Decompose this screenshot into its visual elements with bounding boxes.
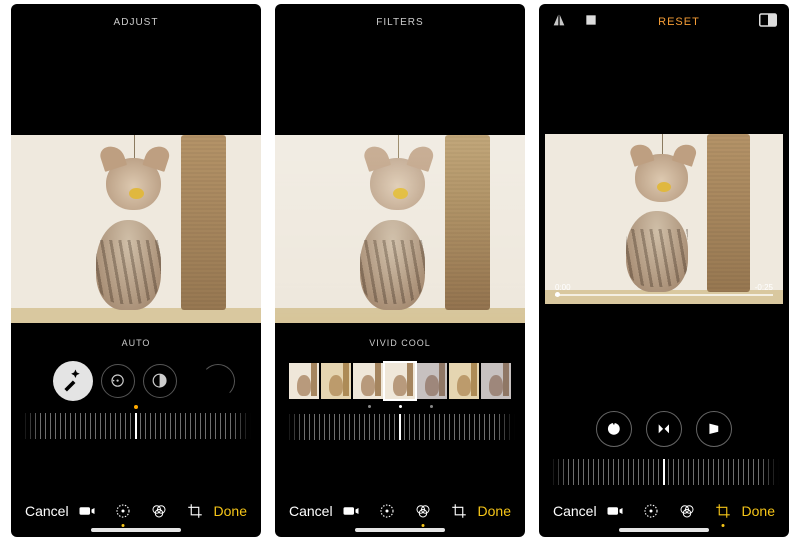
video-mode-button[interactable] xyxy=(78,502,96,520)
filter-intensity-slider[interactable] xyxy=(285,414,515,440)
crop-topbar: RESET xyxy=(539,4,789,40)
filter-thumb-dramatic-cool[interactable] xyxy=(481,363,511,399)
perspective-icon xyxy=(705,420,723,438)
done-button[interactable]: Done xyxy=(214,503,247,519)
done-button[interactable]: Done xyxy=(478,503,511,519)
adjust-mode-button[interactable] xyxy=(642,502,660,520)
video-time-remaining: -0:25 xyxy=(755,283,773,292)
cancel-button[interactable]: Cancel xyxy=(553,503,597,519)
adjust-mode-button[interactable] xyxy=(378,502,396,520)
filter-thumbnail-strip[interactable] xyxy=(275,359,525,407)
done-button[interactable]: Done xyxy=(742,503,775,519)
adjust-caption: AUTO xyxy=(11,327,261,359)
cancel-button[interactable]: Cancel xyxy=(289,503,333,519)
filter-thumb-original[interactable] xyxy=(289,363,319,399)
filter-thumb-vivid-cool[interactable] xyxy=(385,363,415,399)
aspect-ratio-button[interactable] xyxy=(759,13,777,32)
crop-mode-button[interactable] xyxy=(450,502,468,520)
mode-title: ADJUST xyxy=(114,17,159,28)
filter-caption: VIVID COOL xyxy=(275,327,525,359)
adjust-mode-button[interactable] xyxy=(114,502,132,520)
flip-horizontal-button[interactable] xyxy=(646,411,682,447)
filters-icon xyxy=(414,502,432,520)
next-adjust-tool[interactable] xyxy=(201,364,235,398)
video-time-labels: 0:00 -0:25 xyxy=(555,283,773,292)
straighten-icon xyxy=(605,420,623,438)
adjust-icon xyxy=(642,502,660,520)
mode-switch xyxy=(78,502,204,520)
adjust-icon xyxy=(114,502,132,520)
filter-thumb-dramatic[interactable] xyxy=(417,363,447,399)
crop-icon xyxy=(714,502,732,520)
filters-icon xyxy=(678,502,696,520)
cancel-button[interactable]: Cancel xyxy=(25,503,69,519)
video-mode-button[interactable] xyxy=(606,502,624,520)
flip-horizontal-icon xyxy=(655,420,673,438)
filters-mode-button[interactable] xyxy=(678,502,696,520)
video-icon xyxy=(606,502,624,520)
photo-canvas[interactable] xyxy=(11,135,261,323)
edit-screen-crop: RESET 0:00 -0:25 xyxy=(539,4,789,537)
exposure-button[interactable] xyxy=(101,364,135,398)
adjust-slider[interactable] xyxy=(21,413,251,439)
home-indicator xyxy=(355,528,445,532)
crop-icon xyxy=(186,502,204,520)
crop-mode-button[interactable] xyxy=(186,502,204,520)
mode-switch xyxy=(342,502,468,520)
rotate-icon xyxy=(583,12,599,28)
crop-mode-button[interactable] xyxy=(714,502,732,520)
mode-title: FILTERS xyxy=(376,17,423,28)
flip-icon xyxy=(551,12,567,28)
filters-mode-button[interactable] xyxy=(414,502,432,520)
reset-button[interactable]: RESET xyxy=(658,16,700,28)
contrast-icon xyxy=(150,371,169,390)
home-indicator xyxy=(619,528,709,532)
crop-icon xyxy=(450,502,468,520)
flip-button[interactable] xyxy=(551,12,567,33)
filter-thumb-vivid[interactable] xyxy=(321,363,351,399)
perspective-button[interactable] xyxy=(696,411,732,447)
filter-thumb-vivid-warm[interactable] xyxy=(353,363,383,399)
filters-icon xyxy=(150,502,168,520)
auto-enhance-icon xyxy=(61,369,85,393)
exposure-icon xyxy=(108,371,127,390)
rotate-button[interactable] xyxy=(583,12,599,33)
video-mode-button[interactable] xyxy=(342,502,360,520)
straighten-button[interactable] xyxy=(596,411,632,447)
edit-screen-filters: FILTERS VIVID COOL Cancel xyxy=(275,4,525,537)
auto-enhance-button[interactable] xyxy=(53,361,93,401)
adjust-icon xyxy=(378,502,396,520)
adjust-tool-row xyxy=(11,359,261,409)
photo-canvas[interactable] xyxy=(275,135,525,323)
straighten-slider[interactable] xyxy=(549,459,779,485)
crop-tool-row xyxy=(539,399,789,455)
filter-thumb-dramatic-warm[interactable] xyxy=(449,363,479,399)
crop-canvas[interactable]: 0:00 -0:25 xyxy=(539,130,789,304)
video-icon xyxy=(78,502,96,520)
video-time-current: 0:00 xyxy=(555,283,571,292)
video-icon xyxy=(342,502,360,520)
ruler-marker-dot xyxy=(134,405,138,409)
mode-switch xyxy=(606,502,732,520)
contrast-button[interactable] xyxy=(143,364,177,398)
aspect-ratio-icon xyxy=(759,13,777,27)
edit-screen-adjust: ADJUST AUTO xyxy=(11,4,261,537)
header-title: FILTERS xyxy=(275,4,525,40)
home-indicator xyxy=(91,528,181,532)
video-scrubber[interactable] xyxy=(555,294,773,296)
filters-mode-button[interactable] xyxy=(150,502,168,520)
header-title: ADJUST xyxy=(11,4,261,40)
